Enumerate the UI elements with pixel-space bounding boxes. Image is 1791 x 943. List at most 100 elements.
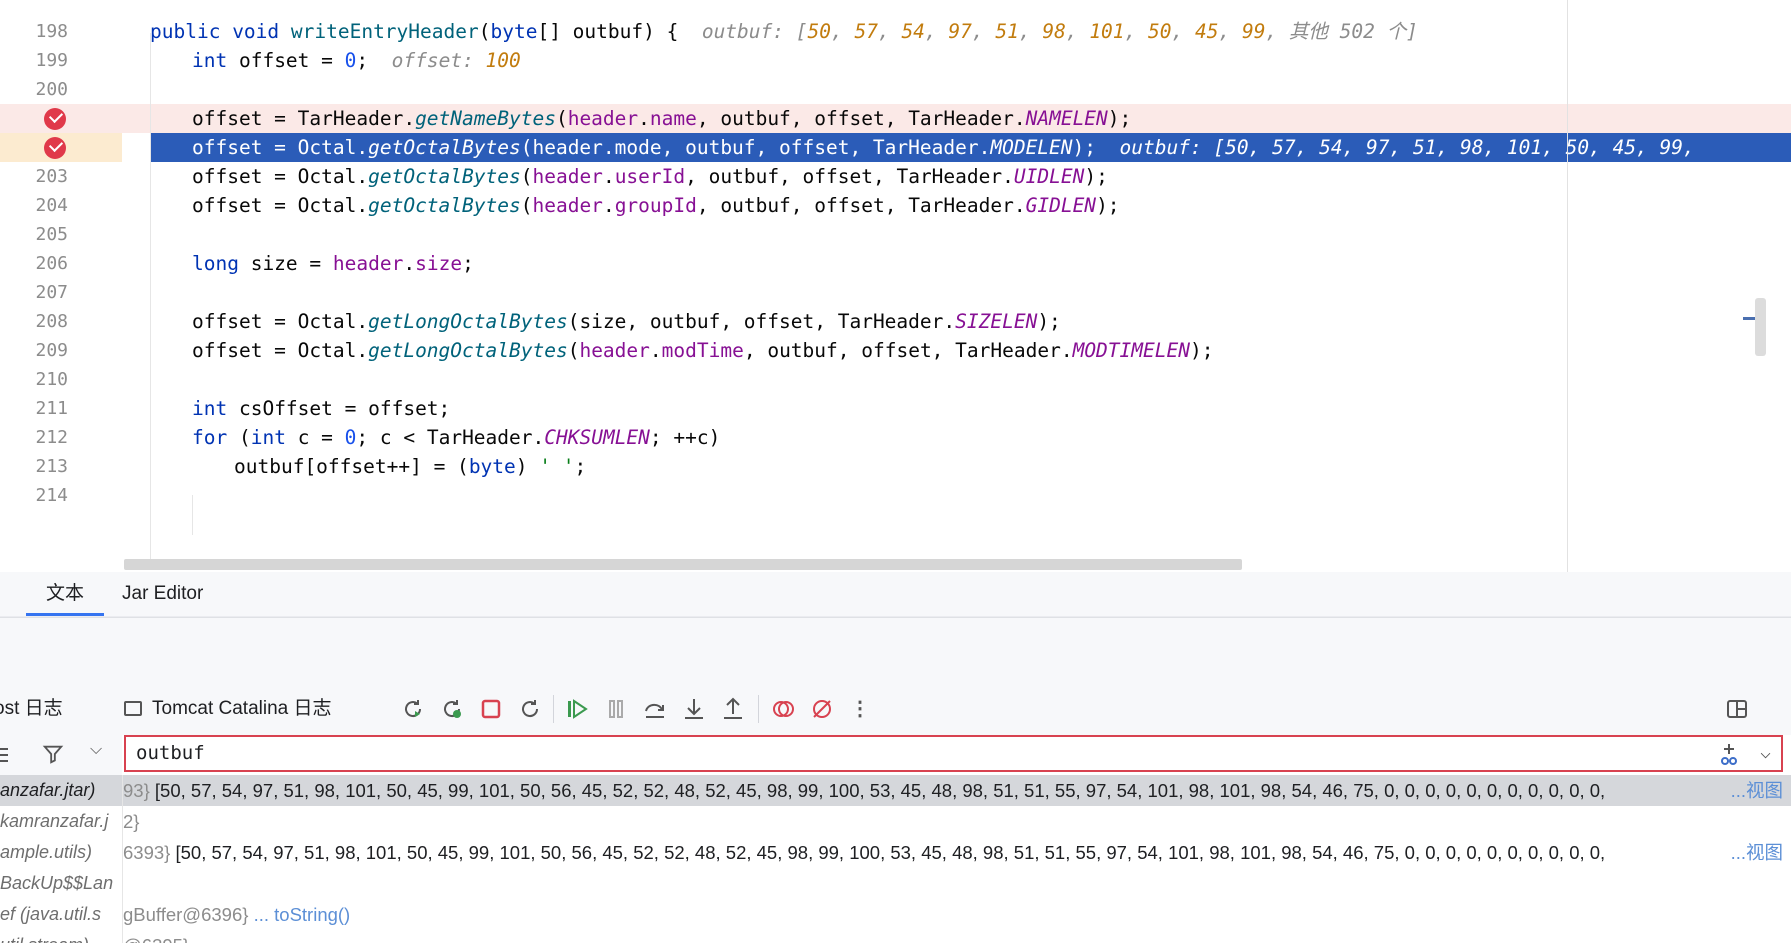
code-token: ( [555, 107, 568, 130]
chevron-down-icon[interactable]: ⌵ [1760, 741, 1771, 765]
toolbar-separator [758, 695, 759, 723]
code-line[interactable] [0, 365, 1791, 394]
step-over-icon[interactable] [643, 697, 667, 721]
code-token: int [192, 49, 239, 72]
tab-tomcat-log[interactable]: Tomcat Catalina 日志 [124, 683, 332, 735]
code-editor[interactable]: 198 199 200 203 204 205 206 207 208 209 210 211 212 2… [0, 0, 1791, 572]
variable-row[interactable]: 6393} [50, 57, 54, 97, 51, 98, 101, 50, … [123, 837, 1791, 868]
variable-row[interactable]: @6395} [123, 930, 1791, 943]
code-token: header [332, 252, 404, 275]
view-link[interactable]: ...视图 [1726, 837, 1783, 868]
code-line[interactable]: for (int c = 0; c < TarHeader.CHKSUMLEN;… [0, 423, 1791, 452]
view-breakpoints-icon[interactable] [771, 697, 795, 721]
step-out-icon[interactable] [721, 697, 745, 721]
code-token: , [1124, 20, 1149, 43]
code-line[interactable]: offset = Octal.getOctalBytes(header.mode… [150, 133, 1791, 162]
code-token: for [192, 426, 239, 449]
code-token: byte [468, 455, 516, 478]
evaluate-expression-input[interactable]: outbuf ⌵ [124, 735, 1783, 772]
stack-frame[interactable]: ef (java.util.s [0, 899, 122, 930]
code-token: offset = Octal. [192, 165, 369, 188]
variable-row[interactable]: gBuffer@6396} ... toString() [123, 899, 1791, 930]
frames-list: anzafar.jtar) kamranzafar.j ample.utils) Ba… [0, 775, 123, 943]
stack-frame[interactable]: BackUp$$Lan [0, 868, 122, 899]
more-options-icon[interactable]: ⋮ [848, 697, 872, 721]
code-line[interactable]: int offset = 0; offset: 100 [0, 46, 1791, 75]
breakpoint-icon[interactable] [44, 137, 66, 159]
stack-frame[interactable]: util.stream) [0, 930, 122, 943]
variable-row[interactable] [123, 868, 1791, 899]
code-text: outbuf[offset++] = (byte) ' '; [234, 452, 586, 481]
vertical-scrollbar[interactable] [1755, 298, 1766, 356]
add-watch-icon[interactable] [1717, 742, 1741, 766]
stack-frame[interactable]: anzafar.jtar) [0, 775, 122, 806]
stack-frame-label: anzafar.jtar) [0, 780, 96, 800]
stack-frame[interactable]: kamranzafar.j [0, 806, 122, 837]
filter-icon[interactable] [42, 743, 64, 765]
code-token: ( [238, 426, 251, 449]
code-token: size = [250, 252, 333, 275]
pause-icon[interactable] [604, 697, 628, 721]
code-line[interactable]: offset = Octal.getLongOctalBytes(size, o… [0, 307, 1791, 336]
code-token: MODELEN [990, 136, 1073, 159]
tab-text[interactable]: 文本 [26, 572, 104, 616]
code-token: . [403, 252, 416, 275]
horizontal-scrollbar[interactable] [124, 559, 1242, 570]
code-token: , outbuf, offset, TarHeader. [696, 194, 1026, 217]
tab-host-log[interactable]: ost 日志 [0, 683, 63, 735]
code-token: 51 [995, 20, 1019, 43]
stop-icon[interactable] [479, 697, 503, 721]
code-token: (size, outbuf, offset, TarHeader. [567, 310, 956, 333]
code-line[interactable] [0, 220, 1791, 249]
code-line[interactable] [0, 481, 1791, 510]
code-line[interactable]: long size = header.size; [0, 249, 1791, 278]
code-token: public [150, 20, 233, 43]
code-token: ); [1037, 310, 1061, 333]
code-text: offset = Octal.getOctalBytes(header.grou… [192, 191, 1120, 220]
code-line[interactable]: public void writeEntryHeader(byte[] outb… [0, 17, 1791, 46]
variable-row[interactable]: 93} [50, 57, 54, 97, 51, 98, 101, 50, 45… [123, 775, 1791, 806]
variable-row[interactable]: 2} [123, 806, 1791, 837]
breakpoint-icon[interactable] [44, 108, 66, 130]
code-token: groupId [614, 194, 697, 217]
code-token: csOffset = offset; [238, 397, 451, 420]
tab-tomcat-label: Tomcat Catalina 日志 [152, 698, 332, 719]
resume-icon[interactable] [565, 697, 589, 721]
debug-toolbar: ost 日志 Tomcat Catalina 日志 ⋮ [0, 683, 1791, 735]
panel-divider [0, 617, 1791, 684]
code-line[interactable]: outbuf[offset++] = (byte) ' '; [0, 452, 1791, 481]
code-line[interactable]: offset = Octal.getOctalBytes(header.grou… [0, 191, 1791, 220]
code-token: , outbuf, offset, TarHeader. [685, 165, 1014, 188]
code-token: , outbuf, offset, TarHeader. [743, 339, 1073, 362]
step-into-icon[interactable] [682, 697, 706, 721]
code-token: offset = Octal. [192, 136, 369, 159]
tab-jar-editor[interactable]: Jar Editor [122, 572, 203, 616]
view-link[interactable]: ...视图 [1726, 775, 1783, 806]
chevron-down-icon[interactable]: ⌵ [90, 741, 102, 759]
code-line[interactable] [0, 75, 1791, 104]
threads-icon[interactable] [0, 745, 10, 765]
code-token: 50 [807, 20, 831, 43]
code-token: ( [567, 339, 580, 362]
code-token: NAMELEN [1025, 107, 1108, 130]
code-token: header [579, 339, 650, 362]
frames-filter: ⌵ [0, 735, 122, 775]
code-line[interactable]: offset = TarHeader.getNameBytes(header.n… [108, 104, 1791, 133]
code-line[interactable] [0, 278, 1791, 307]
restart-icon[interactable] [518, 697, 542, 721]
code-line[interactable]: offset = Octal.getOctalBytes(header.user… [0, 162, 1791, 191]
rerun-debug-icon[interactable] [440, 697, 464, 721]
code-token: . [602, 165, 615, 188]
code-line[interactable]: offset = Octal.getLongOctalBytes(header.… [0, 336, 1791, 365]
layout-icon[interactable] [1725, 697, 1749, 721]
code-line[interactable]: int csOffset = offset; [0, 394, 1791, 423]
variable-id: 2} [123, 811, 140, 832]
code-token: . [638, 107, 650, 130]
code-token: 0 [344, 426, 357, 449]
mute-breakpoints-icon[interactable] [810, 697, 834, 721]
rerun-icon[interactable] [401, 697, 425, 721]
stack-frame[interactable]: ample.utils) [0, 837, 122, 868]
code-token: getOctalBytes [368, 136, 521, 159]
code-token: offset = [238, 49, 345, 72]
code-token: , outbuf, offset, TarHeader. [696, 107, 1026, 130]
